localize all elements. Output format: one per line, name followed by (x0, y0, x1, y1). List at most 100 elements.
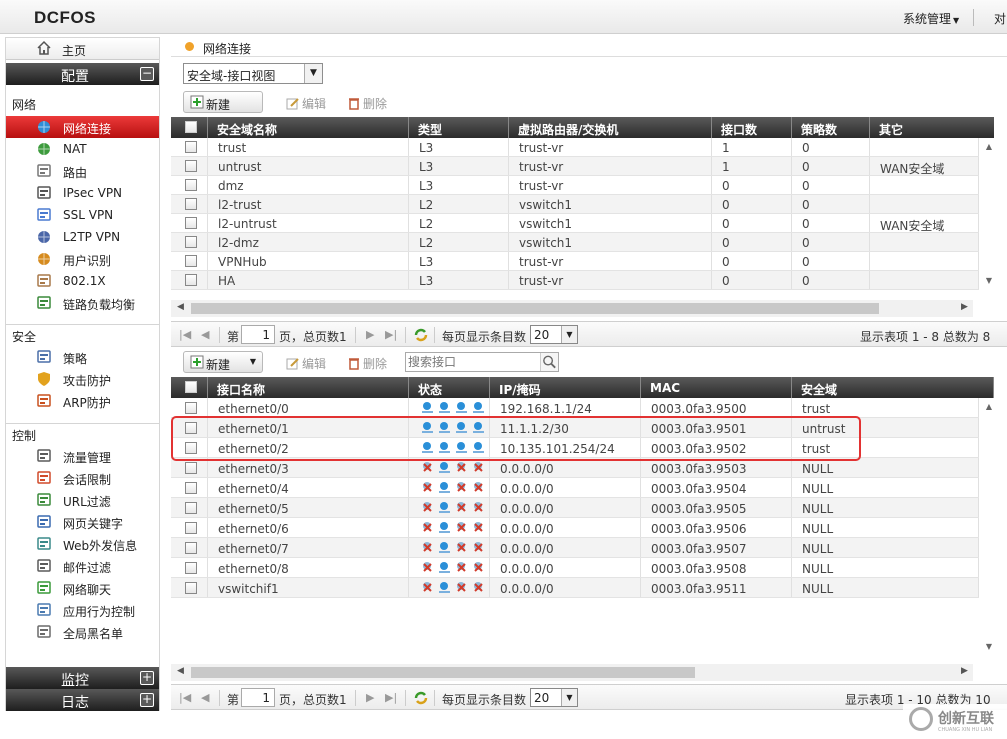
scroll-right-icon[interactable]: ▶ (961, 302, 968, 312)
row-checkbox[interactable] (185, 179, 197, 191)
table-row[interactable]: l2-untrust L2 vswitch1 0 0 WAN安全域 (171, 214, 979, 233)
system-menu[interactable]: 系统管理 ▼ (903, 10, 959, 27)
last-page-icon[interactable]: ▶| (385, 328, 397, 341)
last-page-icon[interactable]: ▶| (385, 691, 397, 704)
row-checkbox[interactable] (185, 522, 197, 534)
sidebar-item-control-2[interactable]: URL过滤 (6, 489, 159, 511)
sidebar-item-control-0[interactable]: 流量管理 (6, 445, 159, 467)
sidebar-item-network-8[interactable]: 链路负载均衡 (6, 292, 159, 314)
table-row[interactable]: l2-trust L2 vswitch1 0 0 (171, 195, 979, 214)
zone-hscroll[interactable]: ◀ ▶ (171, 300, 973, 317)
table-row[interactable]: ethernet0/7 0.0.0.0/0 0003.0fa3.9507 NULL (171, 538, 979, 558)
scroll-up-icon[interactable]: ▲ (982, 402, 996, 414)
row-checkbox[interactable] (185, 542, 197, 554)
zone-hscroll-thumb[interactable] (191, 303, 879, 314)
sidebar-monitor-header[interactable]: 监控 + (6, 667, 159, 689)
col-iface-name[interactable]: 接口名称 (208, 377, 409, 398)
topbar-truncated-item[interactable]: 对 (994, 10, 1006, 27)
col-zone-name[interactable]: 安全域名称 (208, 117, 409, 138)
row-checkbox[interactable] (185, 562, 197, 574)
row-checkbox[interactable] (185, 217, 197, 229)
scroll-right-icon[interactable]: ▶ (961, 666, 968, 676)
table-row[interactable]: HA L3 trust-vr 0 0 (171, 271, 979, 290)
zone-vscroll[interactable]: ▲ ▼ (982, 138, 996, 290)
table-row[interactable]: untrust L3 trust-vr 1 0 WAN安全域 (171, 157, 979, 176)
col-status[interactable]: 状态 (409, 377, 490, 398)
table-row[interactable]: VPNHub L3 trust-vr 0 0 (171, 252, 979, 271)
scroll-up-icon[interactable]: ▲ (982, 142, 996, 154)
prev-page-icon[interactable]: ◀ (201, 691, 209, 704)
sidebar-item-control-3[interactable]: 网页关键字 (6, 511, 159, 533)
zone-edit-button[interactable]: 编辑 (286, 95, 326, 112)
next-page-icon[interactable]: ▶ (366, 691, 374, 704)
row-checkbox[interactable] (185, 482, 197, 494)
table-row[interactable]: ethernet0/0 192.168.1.1/24 0003.0fa3.9500 t… (171, 398, 979, 418)
sidebar-item-network-3[interactable]: IPsec VPN (6, 182, 159, 204)
col-iface-count[interactable]: 接口数 (712, 117, 792, 138)
col-ip[interactable]: IP/掩码 (490, 377, 641, 398)
row-checkbox[interactable] (185, 502, 197, 514)
sidebar-item-network-4[interactable]: SSL VPN (6, 204, 159, 226)
page-input[interactable]: 1 (241, 325, 275, 344)
row-checkbox[interactable] (185, 198, 197, 210)
select-all-checkbox[interactable] (185, 121, 197, 133)
row-checkbox[interactable] (185, 462, 197, 474)
scroll-down-icon[interactable]: ▼ (982, 642, 996, 654)
sidebar-item-network-6[interactable]: 用户识别 (6, 248, 159, 270)
scroll-down-icon[interactable]: ▼ (982, 276, 996, 288)
page-input[interactable]: 1 (241, 688, 275, 707)
refresh-icon[interactable] (413, 690, 429, 706)
col-type[interactable]: 类型 (409, 117, 509, 138)
table-row[interactable]: vswitchif1 0.0.0.0/0 0003.0fa3.9511 NULL (171, 578, 979, 598)
scroll-left-icon[interactable]: ◀ (177, 302, 184, 312)
table-row[interactable]: dmz L3 trust-vr 0 0 (171, 176, 979, 195)
table-row[interactable]: ethernet0/4 0.0.0.0/0 0003.0fa3.9504 NULL (171, 478, 979, 498)
iface-hscroll[interactable]: ◀ ▶ (171, 664, 973, 681)
iface-hscroll-thumb[interactable] (191, 667, 695, 678)
col-other[interactable]: 其它 (870, 117, 994, 138)
row-checkbox[interactable] (185, 255, 197, 267)
row-checkbox[interactable] (185, 402, 197, 414)
table-row[interactable]: l2-dmz L2 vswitch1 0 0 (171, 233, 979, 252)
col-zone[interactable]: 安全域 (792, 377, 994, 398)
refresh-icon[interactable] (413, 327, 429, 343)
per-page-select[interactable]: 20 ▼ (530, 325, 578, 344)
per-page-select[interactable]: 20 ▼ (530, 688, 578, 707)
sidebar-item-network-0[interactable]: 网络连接 (6, 116, 159, 138)
search-icon[interactable] (540, 353, 558, 371)
row-checkbox[interactable] (185, 582, 197, 594)
row-checkbox[interactable] (185, 236, 197, 248)
expand-icon[interactable]: + (140, 693, 154, 707)
sidebar-config-header[interactable]: 配置 − (6, 63, 159, 85)
table-row[interactable]: trust L3 trust-vr 1 0 (171, 138, 979, 157)
sidebar-item-security-2[interactable]: ARP防护 (6, 390, 159, 412)
zone-new-button[interactable]: 新建 (183, 91, 263, 113)
sidebar-home[interactable]: 主页 (6, 38, 159, 60)
view-select[interactable]: 安全域-接口视图 ▼ (183, 63, 323, 84)
sidebar-item-control-8[interactable]: 全局黑名单 (6, 621, 159, 643)
table-row[interactable]: ethernet0/6 0.0.0.0/0 0003.0fa3.9506 NULL (171, 518, 979, 538)
col-vrouter[interactable]: 虚拟路由器/交换机 (509, 117, 712, 138)
sidebar-item-network-7[interactable]: 802.1X (6, 270, 159, 292)
col-policy-count[interactable]: 策略数 (792, 117, 870, 138)
expand-icon[interactable]: + (140, 671, 154, 685)
sidebar-item-network-5[interactable]: L2TP VPN (6, 226, 159, 248)
iface-new-button[interactable]: 新建 ▼ (183, 351, 263, 373)
sidebar-item-control-5[interactable]: 邮件过滤 (6, 555, 159, 577)
sidebar-item-control-1[interactable]: 会话限制 (6, 467, 159, 489)
sidebar-item-control-6[interactable]: 网络聊天 (6, 577, 159, 599)
iface-vscroll[interactable]: ▲ ▼ (982, 398, 996, 656)
sidebar-item-security-1[interactable]: 攻击防护 (6, 368, 159, 390)
sidebar-item-network-1[interactable]: NAT (6, 138, 159, 160)
table-row[interactable]: ethernet0/8 0.0.0.0/0 0003.0fa3.9508 NULL (171, 558, 979, 578)
row-checkbox[interactable] (185, 141, 197, 153)
row-checkbox[interactable] (185, 160, 197, 172)
iface-search[interactable] (405, 352, 559, 372)
first-page-icon[interactable]: |◀ (179, 328, 191, 341)
sidebar-log-header[interactable]: 日志 + (6, 689, 159, 711)
sidebar-item-security-0[interactable]: 策略 (6, 346, 159, 368)
select-all-checkbox[interactable] (185, 381, 197, 393)
table-row[interactable]: ethernet0/5 0.0.0.0/0 0003.0fa3.9505 NULL (171, 498, 979, 518)
col-mac[interactable]: MAC (641, 377, 792, 398)
table-row[interactable]: ethernet0/3 0.0.0.0/0 0003.0fa3.9503 NULL (171, 458, 979, 478)
